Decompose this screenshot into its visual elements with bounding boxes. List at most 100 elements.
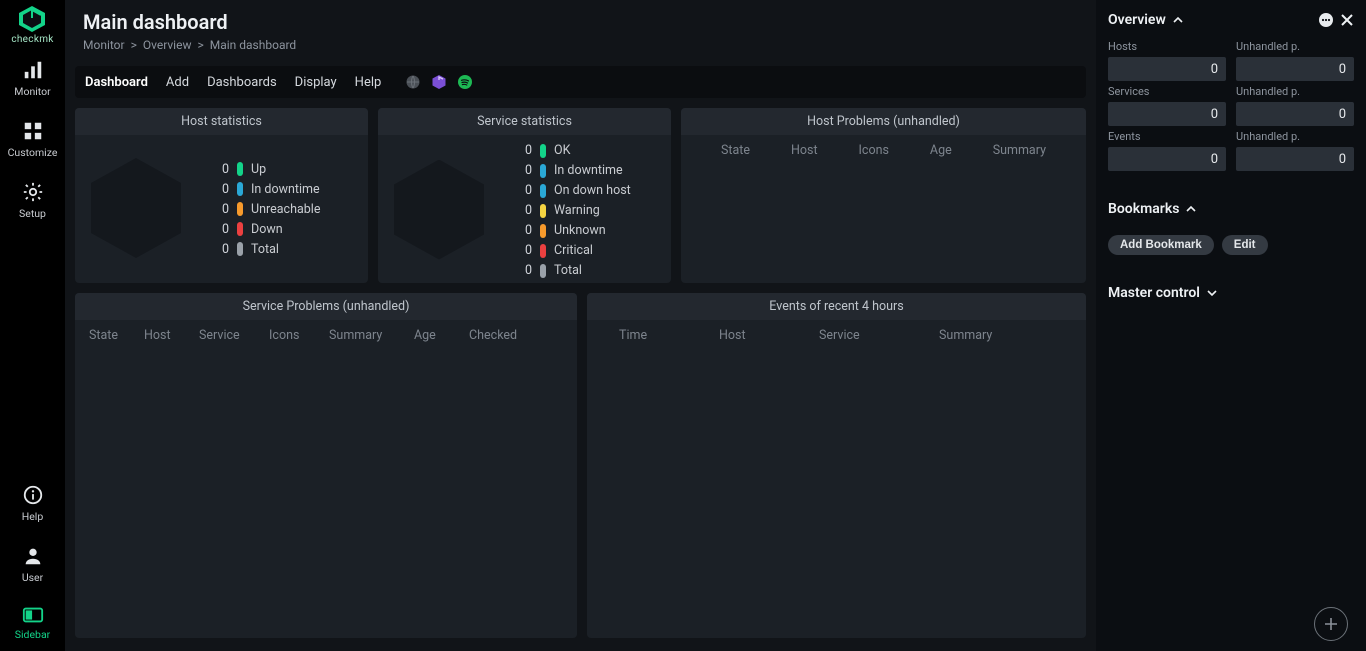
- col-host[interactable]: Host: [791, 143, 818, 158]
- pill-warning-icon: [540, 204, 546, 218]
- chevron-up-icon: [1172, 14, 1184, 26]
- service-stat-total[interactable]: 0Total: [518, 263, 631, 278]
- overview-title: Overview: [1108, 12, 1166, 28]
- host-stats-list: 0Up 0In downtime 0Unreachable 0Down 0Tot…: [215, 162, 320, 257]
- overview-services-unhandled-label: Unhandled p.: [1236, 85, 1354, 98]
- service-stat-downtime[interactable]: 0In downtime: [518, 163, 631, 178]
- info-icon: [22, 484, 44, 506]
- pill-downtime-icon: [540, 164, 546, 178]
- service-stat-ok[interactable]: 0OK: [518, 143, 631, 158]
- dashboard-row-1: Host statistics 0Up 0In downtime 0Unreac…: [75, 108, 1086, 283]
- breadcrumb-monitor[interactable]: Monitor: [83, 38, 125, 52]
- nav-sidebar-toggle[interactable]: Sidebar: [0, 606, 65, 641]
- breadcrumb-current: Main dashboard: [210, 38, 296, 52]
- master-control-section-header[interactable]: Master control: [1108, 285, 1354, 301]
- bookmarks-buttons: Add Bookmark Edit: [1108, 235, 1354, 255]
- breadcrumb: Monitor > Overview > Main dashboard: [83, 38, 1078, 52]
- nav-setup[interactable]: Setup: [0, 181, 65, 220]
- add-snapin-button[interactable]: [1314, 607, 1348, 641]
- menu-dashboard[interactable]: Dashboard: [85, 75, 148, 90]
- col-service[interactable]: Service: [819, 328, 939, 343]
- more-icon[interactable]: [1318, 12, 1334, 28]
- pill-ondownhost-icon: [540, 184, 546, 198]
- service-stat-warning[interactable]: 0Warning: [518, 203, 631, 218]
- service-stats-hex-chart: [390, 156, 490, 266]
- menu-help[interactable]: Help: [355, 75, 382, 90]
- pill-total-icon: [540, 264, 546, 278]
- customize-icon: [22, 120, 44, 142]
- service-stat-critical[interactable]: 0Critical: [518, 243, 631, 258]
- overview-section-header[interactable]: Overview: [1108, 12, 1354, 28]
- service-stat-unknown[interactable]: 0Unknown: [518, 223, 631, 238]
- nav-setup-label: Setup: [19, 207, 46, 220]
- nav-customize[interactable]: Customize: [0, 120, 65, 159]
- plus-icon: [1322, 615, 1340, 633]
- col-summary[interactable]: Summary: [329, 328, 414, 343]
- col-state[interactable]: State: [89, 328, 144, 343]
- hex-icon[interactable]: [431, 74, 447, 90]
- globe-icon[interactable]: [405, 74, 421, 90]
- host-stat-total[interactable]: 0Total: [215, 242, 320, 257]
- chevron-down-icon: [1206, 287, 1218, 299]
- menu-dashboards[interactable]: Dashboards: [207, 75, 277, 90]
- dashboard-row-2: Service Problems (unhandled) State Host …: [75, 293, 1086, 638]
- col-icons[interactable]: Icons: [859, 143, 889, 158]
- nav-monitor[interactable]: Monitor: [0, 59, 65, 98]
- col-host[interactable]: Host: [144, 328, 199, 343]
- host-stat-unreachable[interactable]: 0Unreachable: [215, 202, 320, 217]
- overview-events-label: Events: [1108, 130, 1226, 143]
- breadcrumb-overview[interactable]: Overview: [143, 38, 192, 52]
- service-stats-list: 0OK 0In downtime 0On down host 0Warning …: [518, 143, 631, 278]
- nav-sidebar-label: Sidebar: [15, 628, 50, 641]
- overview-events-unhandled-value[interactable]: 0: [1236, 147, 1354, 171]
- master-control-title: Master control: [1108, 285, 1200, 301]
- breadcrumb-sep: >: [197, 38, 203, 52]
- col-checked[interactable]: Checked: [469, 328, 529, 343]
- overview-events-unhandled-label: Unhandled p.: [1236, 130, 1354, 143]
- nav-help[interactable]: Help: [0, 484, 65, 523]
- dashlet-service-statistics: Service statistics 0OK 0In downtime 0On …: [378, 108, 671, 283]
- col-icons[interactable]: Icons: [269, 328, 329, 343]
- host-stat-up[interactable]: 0Up: [215, 162, 320, 177]
- service-stat-ondownhost[interactable]: 0On down host: [518, 183, 631, 198]
- left-sidebar: checkmk Monitor Customize Setup: [0, 0, 65, 651]
- dashlet-title: Events of recent 4 hours: [587, 293, 1086, 320]
- dashlet-service-problems: Service Problems (unhandled) State Host …: [75, 293, 577, 638]
- overview-grid: Hosts Unhandled p. 0 0 Services Unhandle…: [1108, 40, 1354, 171]
- host-stat-down[interactable]: 0Down: [215, 222, 320, 237]
- logo[interactable]: checkmk: [11, 6, 53, 45]
- pill-total-icon: [237, 242, 243, 256]
- col-summary[interactable]: Summary: [939, 328, 1039, 343]
- spotify-icon[interactable]: [457, 74, 473, 90]
- edit-bookmarks-button[interactable]: Edit: [1222, 235, 1268, 255]
- col-service[interactable]: Service: [199, 328, 269, 343]
- page-header: Main dashboard Monitor > Overview > Main…: [65, 0, 1096, 56]
- overview-hosts-label: Hosts: [1108, 40, 1226, 53]
- overview-hosts-unhandled-value[interactable]: 0: [1236, 57, 1354, 81]
- add-bookmark-button[interactable]: Add Bookmark: [1108, 235, 1214, 255]
- host-problems-table-header: State Host Icons Age Summary: [681, 135, 1086, 166]
- nav-user[interactable]: User: [0, 545, 65, 584]
- col-summary[interactable]: Summary: [993, 143, 1046, 158]
- pill-unknown-icon: [540, 224, 546, 238]
- gear-icon: [22, 181, 44, 203]
- menu-display[interactable]: Display: [295, 75, 337, 90]
- pill-critical-icon: [540, 244, 546, 258]
- overview-services-value[interactable]: 0: [1108, 102, 1226, 126]
- col-age[interactable]: Age: [930, 143, 952, 158]
- menu-add[interactable]: Add: [166, 75, 189, 90]
- pill-up-icon: [237, 162, 243, 176]
- col-host[interactable]: Host: [719, 328, 819, 343]
- col-state[interactable]: State: [721, 143, 750, 158]
- col-age[interactable]: Age: [414, 328, 469, 343]
- bookmarks-section-header[interactable]: Bookmarks: [1108, 201, 1354, 217]
- overview-events-value[interactable]: 0: [1108, 147, 1226, 171]
- host-stat-downtime[interactable]: 0In downtime: [215, 182, 320, 197]
- overview-hosts-value[interactable]: 0: [1108, 57, 1226, 81]
- col-time[interactable]: Time: [619, 328, 719, 343]
- nav-customize-label: Customize: [8, 146, 58, 159]
- close-icon[interactable]: [1340, 13, 1354, 27]
- overview-services-unhandled-value[interactable]: 0: [1236, 102, 1354, 126]
- sidebar-toggle-icon: [22, 606, 44, 624]
- pill-unreachable-icon: [237, 202, 243, 216]
